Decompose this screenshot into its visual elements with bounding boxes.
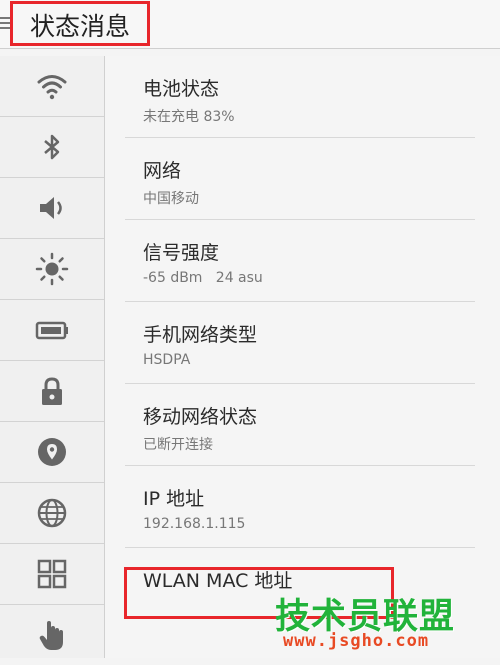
apps-grid-icon: [37, 559, 67, 589]
setting-label: IP 地址: [143, 488, 205, 510]
sidebar-item-battery[interactable]: [0, 300, 104, 361]
sidebar-item-wifi[interactable]: [0, 56, 104, 117]
setting-value: 192.168.1.115: [143, 516, 246, 532]
bluetooth-icon: [44, 134, 60, 160]
sidebar-item-display[interactable]: [0, 239, 104, 300]
watermark: 技术员联盟 www.jsgho.com: [275, 588, 490, 654]
setting-value: 已断开连接: [143, 437, 213, 453]
sidebar-item-language[interactable]: [0, 483, 104, 544]
sidebar-item-security[interactable]: [0, 361, 104, 422]
title-highlight-box: [10, 1, 150, 46]
location-icon: [38, 438, 66, 466]
sidebar-item-sound[interactable]: [0, 178, 104, 239]
watermark-site: www.jsgho.com: [283, 631, 430, 651]
setting-label: 移动网络状态: [143, 406, 258, 428]
setting-label: 网络: [143, 160, 182, 182]
lock-icon: [42, 377, 62, 405]
setting-value: 中国移动: [143, 191, 199, 207]
sidebar-item-bluetooth[interactable]: [0, 117, 104, 178]
setting-label: 手机网络类型: [143, 324, 258, 346]
setting-signal-strength[interactable]: 信号强度 -65 dBm 24 asu: [125, 220, 475, 302]
globe-icon: [37, 498, 67, 528]
setting-mobile-network-state[interactable]: 移动网络状态 已断开连接: [125, 384, 475, 466]
setting-network[interactable]: 网络 中国移动: [125, 138, 475, 220]
battery-icon: [35, 321, 68, 340]
volume-icon: [40, 197, 62, 219]
setting-label: 电池状态: [143, 78, 220, 100]
setting-network-type[interactable]: 手机网络类型 HSDPA: [125, 302, 475, 384]
setting-value: HSDPA: [143, 352, 191, 368]
setting-value: -65 dBm 24 asu: [143, 270, 263, 286]
brightness-icon: [35, 252, 69, 286]
hand-pointer-icon: [39, 621, 63, 650]
sidebar-item-gestures[interactable]: [0, 605, 104, 665]
setting-ip-address[interactable]: IP 地址 192.168.1.115: [125, 466, 475, 548]
sidebar-item-apps[interactable]: [0, 544, 104, 605]
setting-label: 信号强度: [143, 242, 220, 264]
setting-value: 未在充电 83%: [143, 109, 235, 125]
setting-battery-status[interactable]: 电池状态 未在充电 83%: [125, 56, 475, 138]
menu-icon[interactable]: [0, 14, 10, 32]
wifi-icon: [37, 75, 67, 100]
sidebar-item-location[interactable]: [0, 422, 104, 483]
settings-sidebar: [0, 56, 105, 658]
